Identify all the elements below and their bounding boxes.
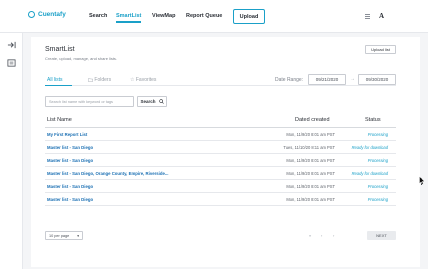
nav-smartlist[interactable]: SmartList [116, 13, 141, 19]
first-page-button[interactable]: « [309, 233, 311, 238]
status-text: Processing [367, 132, 388, 137]
column-header-date-created[interactable]: Dated created [295, 117, 330, 123]
chevron-down-icon: ▾ [77, 234, 79, 238]
status-text: Processing [367, 197, 388, 202]
list-name-link[interactable]: My First Report List [47, 132, 87, 137]
upload-button[interactable]: Upload [233, 9, 265, 24]
nav-viewmap[interactable]: ViewMap [152, 13, 175, 19]
per-page-value: 10 per page [49, 233, 70, 238]
date-to-field[interactable]: 09/30/2020 [358, 74, 396, 85]
list-name-link[interactable]: Master list - San Diego [47, 197, 93, 202]
tabs-divider [45, 85, 396, 86]
tab-favorites-label: Favorites [135, 77, 157, 83]
date-range-arrow-icon: → [350, 76, 355, 82]
nav-search[interactable]: Search [89, 13, 107, 19]
search-button-label: Search [140, 99, 156, 104]
table-row[interactable]: My First Report List Mon, 11/9/20 8:01 a… [45, 128, 396, 141]
list-name-link[interactable]: Master list - San Diego [47, 145, 93, 150]
date-from-field[interactable]: 09/21/2020 [308, 74, 346, 85]
list-name-link[interactable]: Master list - San Diego [47, 184, 93, 189]
list-name-link[interactable]: Master list - San Diego [47, 158, 93, 163]
next-page-arrow[interactable]: › [333, 233, 334, 238]
date-range-label: Date Range: [275, 77, 304, 83]
per-page-select[interactable]: 10 per page ▾ [45, 231, 83, 240]
status-text: Processing [367, 158, 388, 163]
column-header-list-name[interactable]: List Name [47, 117, 72, 123]
app-name: Cuentafy [38, 11, 66, 18]
tab-active-underline [45, 85, 72, 86]
date-created: Tues, 11/10/20 8:11 am PST [283, 145, 335, 150]
main-content: SmartList Create, upload, manage, and sh… [23, 33, 428, 269]
collapse-sidebar-icon[interactable] [7, 41, 16, 49]
logo-mark-icon [28, 11, 35, 18]
table-row[interactable]: Master list - San Diego Mon, 11/9/20 8:0… [45, 193, 396, 206]
next-button[interactable]: NEXT [367, 231, 396, 240]
mouse-cursor-icon [419, 176, 425, 185]
tab-folders[interactable]: Folders [88, 77, 111, 83]
search-input[interactable]: Search list name with keyword or tags [45, 96, 134, 107]
list-name-link[interactable]: Master list - San Diego, Orange County, … [47, 171, 168, 176]
date-created: Mon, 11/9/20 8:01 am PST [286, 197, 335, 202]
tab-favorites[interactable]: ☆ Favorites [130, 77, 156, 83]
date-created: Mon, 11/9/20 8:01 am PST [286, 171, 335, 176]
star-icon: ☆ [130, 77, 135, 83]
search-icon [158, 99, 164, 104]
table-row[interactable]: Master list - San Diego Tues, 11/10/20 8… [45, 141, 396, 154]
top-navigation-bar: Cuentafy Search SmartList ViewMap Report… [0, 0, 428, 33]
prev-page-button[interactable]: ‹ [321, 233, 322, 238]
page-subtitle: Create, upload, manage, and share lists. [45, 56, 118, 61]
app-logo[interactable]: Cuentafy [28, 11, 66, 18]
column-header-status[interactable]: Status [365, 117, 381, 123]
table-row[interactable]: Master list - San Diego Mon, 11/9/20 8:0… [45, 154, 396, 167]
tab-folders-label: Folders [94, 77, 112, 83]
smartlist-panel: SmartList Create, upload, manage, and sh… [31, 37, 420, 267]
left-rail [0, 33, 23, 269]
nav-report-queue[interactable]: Report Queue [186, 13, 222, 19]
status-text[interactable]: Ready for download [352, 171, 388, 176]
date-created: Mon, 11/9/20 8:01 am PST [286, 132, 335, 137]
nav-active-underline [116, 21, 141, 23]
tab-all-lists[interactable]: All lists [47, 77, 63, 83]
folder-icon [88, 77, 93, 82]
page-title: SmartList [45, 46, 75, 53]
date-created: Mon, 11/9/20 8:01 am PST [286, 158, 335, 163]
upload-list-button[interactable]: Upload list [365, 45, 396, 54]
avatar[interactable]: A [379, 12, 384, 20]
status-text[interactable]: Ready for download [352, 145, 388, 150]
table-row[interactable]: Master list - San Diego Mon, 11/9/20 8:0… [45, 180, 396, 193]
table-row[interactable]: Master list - San Diego, Orange County, … [45, 167, 396, 180]
date-created: Mon, 11/9/20 8:01 am PST [286, 184, 335, 189]
menu-icon[interactable] [365, 14, 370, 19]
status-text: Processing [367, 184, 388, 189]
search-button[interactable]: Search [137, 96, 167, 107]
document-list-icon[interactable] [7, 59, 16, 67]
